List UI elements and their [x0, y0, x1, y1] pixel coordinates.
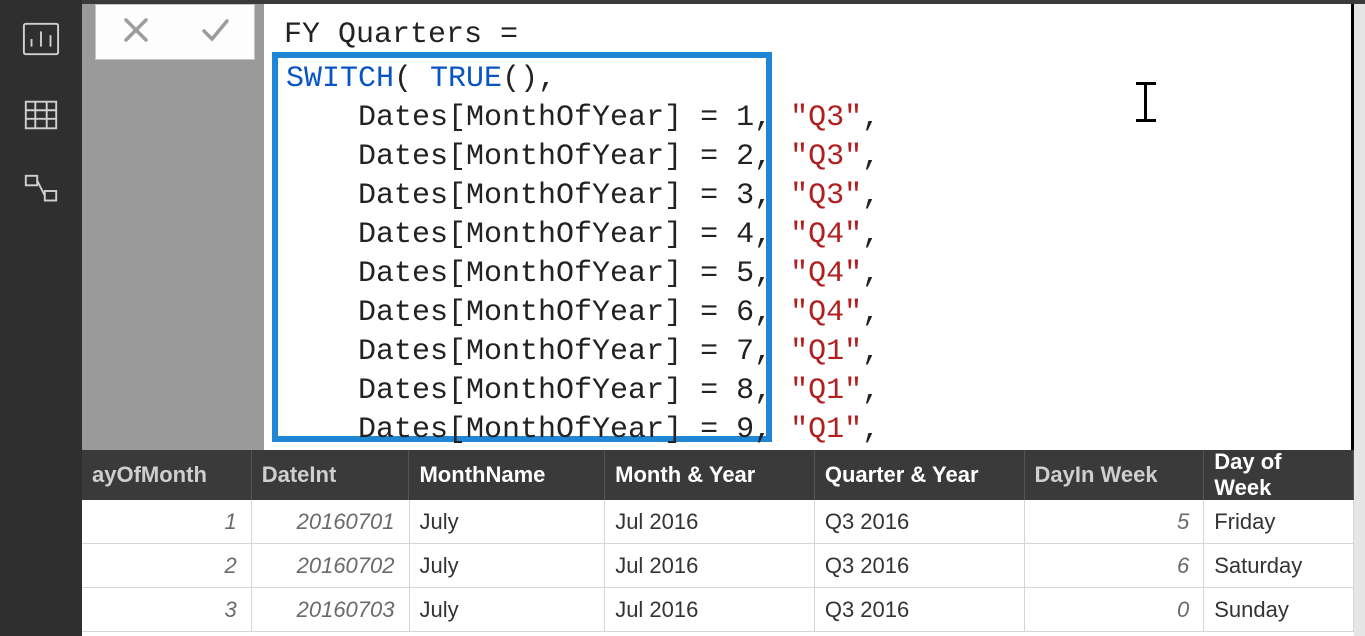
cell: Q3 2016: [815, 544, 1025, 588]
cell: 2: [82, 544, 252, 588]
cell: July: [410, 500, 606, 544]
col-header-dayinweek[interactable]: DayIn Week: [1025, 450, 1205, 500]
commit-formula-button[interactable]: [199, 14, 231, 51]
dax-switch-keyword: SWITCH: [286, 62, 394, 96]
dax-true-function: TRUE: [430, 62, 502, 96]
vertical-scrollbar[interactable]: [1354, 4, 1365, 636]
col-header-monthname[interactable]: MonthName: [409, 450, 605, 500]
formula-bar-gutter: [82, 4, 264, 450]
col-header-monthyear[interactable]: Month & Year: [605, 450, 815, 500]
cell: 6: [1025, 544, 1205, 588]
col-header-quarteryear[interactable]: Quarter & Year: [815, 450, 1025, 500]
cell: 20160702: [252, 544, 410, 588]
cell: Jul 2016: [605, 500, 815, 544]
model-view-button[interactable]: [20, 170, 62, 212]
formula-bar-controls: [95, 4, 255, 60]
cell: Q3 2016: [815, 500, 1025, 544]
cell: Q3 2016: [815, 588, 1025, 632]
table-row[interactable]: 1 20160701 July Jul 2016 Q3 2016 5 Frida…: [82, 500, 1354, 544]
formula-editor[interactable]: FY Quarters = SWITCH( TRUE(), Dates[Mont…: [264, 4, 1351, 450]
close-icon: [120, 14, 152, 46]
cell: July: [410, 588, 606, 632]
formula-measure-declaration: FY Quarters =: [284, 18, 518, 52]
cell: Jul 2016: [605, 544, 815, 588]
cell: Sunday: [1204, 588, 1354, 632]
cell: Jul 2016: [605, 588, 815, 632]
cell: 0: [1025, 588, 1205, 632]
check-icon: [199, 14, 231, 46]
cell: Saturday: [1204, 544, 1354, 588]
left-nav-rail: [0, 0, 82, 636]
col-header-dayofweek[interactable]: Day of Week: [1204, 450, 1354, 500]
cell: 20160703: [252, 588, 410, 632]
data-grid[interactable]: ayOfMonth DateInt MonthName Month & Year…: [82, 450, 1354, 636]
cell: July: [410, 544, 606, 588]
table-grid-icon: [22, 96, 60, 134]
cell: 20160701: [252, 500, 410, 544]
text-cursor: [1144, 82, 1148, 122]
col-header-dayofmonth[interactable]: ayOfMonth: [82, 450, 252, 500]
cell: 5: [1025, 500, 1205, 544]
chart-bar-icon: [22, 20, 60, 58]
cell: 1: [82, 500, 252, 544]
table-row[interactable]: 3 20160703 July Jul 2016 Q3 2016 0 Sunda…: [82, 588, 1354, 632]
table-header-row: ayOfMonth DateInt MonthName Month & Year…: [82, 450, 1354, 500]
cancel-formula-button[interactable]: [120, 14, 152, 51]
formula-code-block: SWITCH( TRUE(), Dates[MonthOfYear] = 1, …: [286, 60, 880, 450]
cell: 3: [82, 588, 252, 632]
table-row[interactable]: 2 20160702 July Jul 2016 Q3 2016 6 Satur…: [82, 544, 1354, 588]
data-view-button[interactable]: [20, 94, 62, 136]
cell: Friday: [1204, 500, 1354, 544]
report-view-button[interactable]: [20, 18, 62, 60]
col-header-dateint[interactable]: DateInt: [252, 450, 410, 500]
relationship-icon: [22, 172, 60, 210]
